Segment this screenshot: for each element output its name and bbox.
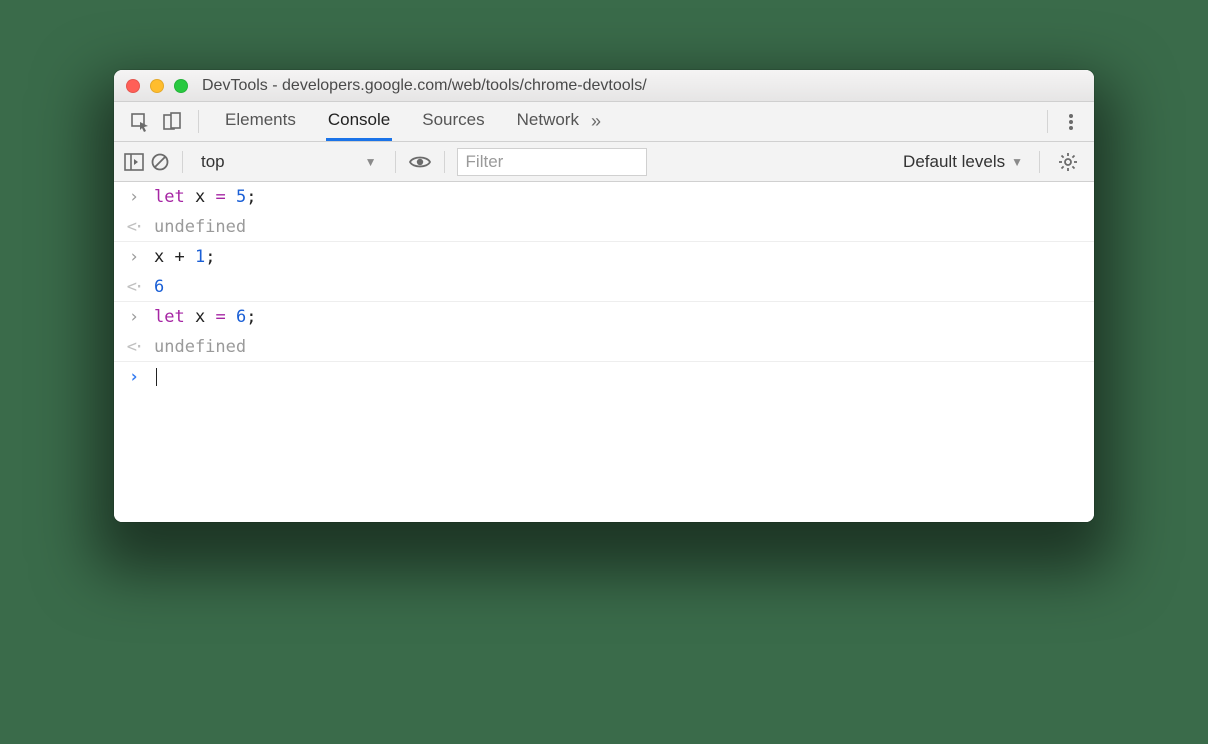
minimize-window-button[interactable] [150, 79, 164, 93]
code-text: let x = 5; [144, 187, 256, 207]
live-expression-eye-icon[interactable] [408, 153, 432, 171]
input-chevron-icon: › [124, 247, 144, 267]
toggle-console-sidebar-icon[interactable] [124, 153, 144, 171]
console-prompt-row[interactable]: › [114, 362, 1094, 392]
input-chevron-icon: › [124, 307, 144, 327]
output-chevron-icon: <· [124, 217, 144, 237]
window-title: DevTools - developers.google.com/web/too… [202, 77, 647, 95]
clear-console-icon[interactable] [150, 152, 170, 172]
execution-context-select[interactable]: top ▼ [195, 152, 383, 172]
console-input-row: ›x + 1; [114, 242, 1094, 272]
console-output-row: <·undefined [114, 332, 1094, 362]
close-window-button[interactable] [126, 79, 140, 93]
window-controls [126, 79, 188, 93]
divider [182, 151, 183, 173]
divider [198, 110, 199, 133]
console-output: ›let x = 5;<·undefined›x + 1;<·6›let x =… [114, 182, 1094, 522]
divider [395, 151, 396, 173]
divider [1047, 110, 1048, 133]
console-input-row: ›let x = 6; [114, 302, 1094, 332]
chevron-down-icon: ▼ [365, 155, 377, 169]
tab-bar: Elements Console Sources Network » [114, 102, 1094, 142]
prompt-input[interactable] [144, 367, 157, 387]
divider [1039, 151, 1040, 173]
code-text: undefined [144, 337, 246, 357]
divider [444, 151, 445, 173]
context-label: top [201, 152, 225, 172]
devtools-window: DevTools - developers.google.com/web/too… [114, 70, 1094, 522]
tab-elements[interactable]: Elements [223, 102, 298, 141]
filter-input[interactable] [457, 148, 647, 176]
log-levels-select[interactable]: Default levels ▼ [899, 152, 1027, 172]
console-toolbar: top ▼ Default levels ▼ [114, 142, 1094, 182]
console-input-row: ›let x = 5; [114, 182, 1094, 212]
levels-label: Default levels [903, 152, 1005, 172]
kebab-menu-icon[interactable] [1058, 102, 1084, 141]
console-output-row: <·6 [114, 272, 1094, 302]
code-text: undefined [144, 217, 246, 237]
zoom-window-button[interactable] [174, 79, 188, 93]
device-toolbar-icon[interactable] [156, 102, 188, 141]
chevron-down-icon: ▼ [1011, 155, 1023, 169]
prompt-chevron-icon: › [124, 367, 144, 387]
tab-sources[interactable]: Sources [420, 102, 486, 141]
code-text: x + 1; [144, 247, 216, 267]
console-settings-gear-icon[interactable] [1052, 152, 1084, 172]
input-chevron-icon: › [124, 187, 144, 207]
output-chevron-icon: <· [124, 337, 144, 357]
inspect-element-icon[interactable] [124, 102, 156, 141]
output-chevron-icon: <· [124, 277, 144, 297]
titlebar: DevTools - developers.google.com/web/too… [114, 70, 1094, 102]
tabs: Elements Console Sources Network [209, 102, 581, 141]
tab-console[interactable]: Console [326, 102, 392, 141]
tab-network[interactable]: Network [515, 102, 581, 141]
code-text: let x = 6; [144, 307, 256, 327]
tabs-overflow-button[interactable]: » [581, 102, 611, 141]
console-output-row: <·undefined [114, 212, 1094, 242]
code-text: 6 [144, 277, 164, 297]
